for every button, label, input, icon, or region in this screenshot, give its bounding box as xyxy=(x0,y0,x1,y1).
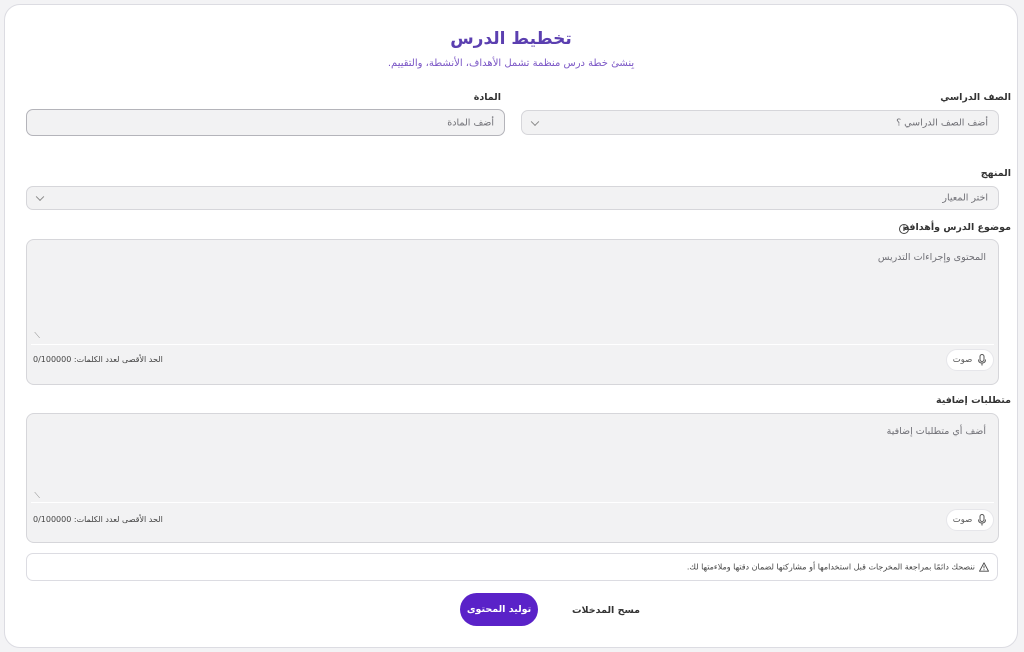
lesson-plan-card: تخطيط الدرس بِنشئ خطة درس منظمة تشمل الأ… xyxy=(4,4,1018,648)
subject-label: المادة xyxy=(473,92,501,103)
grade-select[interactable]: أضف الصف الدراسي ؟ xyxy=(521,110,999,135)
extra-label: متطلبات إضافية xyxy=(935,395,1011,406)
extra-textarea[interactable]: أضف أي متطلبات إضافية ⟋ الحد الأقصى لعدد… xyxy=(26,413,999,543)
word-limit-counter: الحد الأقصى لعدد الكلمات: 0/100000 xyxy=(33,355,163,364)
extra-textarea-placeholder: أضف أي متطلبات إضافية xyxy=(886,426,986,437)
topic-textarea[interactable]: المحتوى وإجراءات التدريس ⟋ الحد الأقصى ل… xyxy=(26,239,999,385)
curriculum-select-value: اختر المعيار xyxy=(942,192,988,204)
resize-handle-icon[interactable]: ⟋ xyxy=(33,492,40,500)
microphone-icon xyxy=(978,514,987,526)
generate-content-button[interactable]: توليد المحتوى xyxy=(460,593,538,626)
topic-textarea-placeholder: المحتوى وإجراءات التدريس xyxy=(877,252,986,263)
word-limit-counter: الحد الأقصى لعدد الكلمات: 0/100000 xyxy=(33,515,163,524)
resize-handle-icon[interactable]: ⟋ xyxy=(33,332,40,340)
grade-select-value: أضف الصف الدراسي ؟ xyxy=(896,117,988,128)
subject-input[interactable]: أضف المادة xyxy=(26,109,505,136)
chevron-down-icon xyxy=(35,192,45,202)
topic-label: موضوع الدرس وأهدافه xyxy=(903,222,1011,233)
page-subtitle: بِنشئ خطة درس منظمة تشمل الأهداف، الأنشط… xyxy=(387,58,635,69)
divider xyxy=(31,344,994,345)
microphone-icon xyxy=(978,354,987,366)
grade-label: الصف الدراسي xyxy=(940,92,1011,103)
page-title: تخطيط الدرس xyxy=(450,29,572,49)
disclaimer-notice: ننصحك دائمًا بمراجعة المخرجات قبل استخدا… xyxy=(26,553,998,581)
subject-input-placeholder: أضف المادة xyxy=(447,117,494,128)
voice-button-label: صوت xyxy=(952,515,973,525)
curriculum-label: المنهج xyxy=(980,168,1011,179)
clear-inputs-button[interactable]: مسح المدخلات xyxy=(566,600,646,620)
voice-button-label: صوت xyxy=(952,355,973,365)
curriculum-select[interactable]: اختر المعيار xyxy=(26,186,999,210)
chevron-down-icon xyxy=(530,117,540,126)
info-icon[interactable]: i xyxy=(899,224,909,234)
divider xyxy=(31,502,994,503)
disclaimer-text: ننصحك دائمًا بمراجعة المخرجات قبل استخدا… xyxy=(686,562,975,572)
voice-button[interactable]: صوت xyxy=(946,509,994,531)
warning-icon xyxy=(979,562,989,572)
voice-button[interactable]: صوت xyxy=(946,349,994,371)
